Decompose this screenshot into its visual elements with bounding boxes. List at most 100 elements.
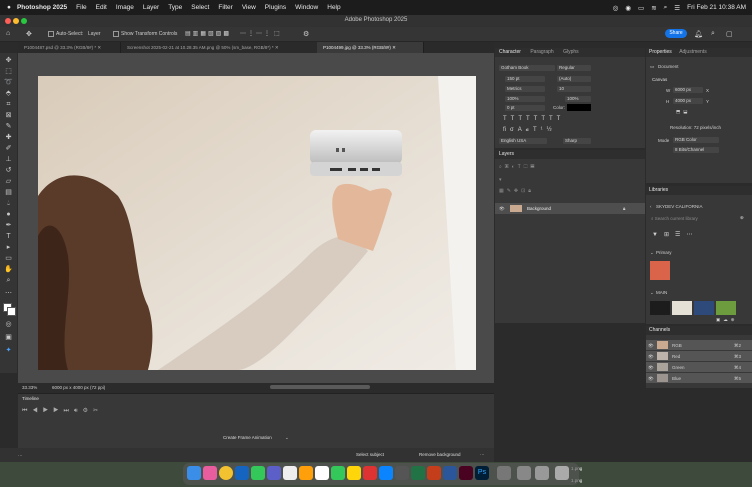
screen-mode-icon[interactable]: ▣ — [4, 334, 13, 342]
menu-app-name[interactable]: Photoshop 2025 — [17, 4, 67, 11]
add-asset-icon[interactable]: ⊕ — [740, 215, 744, 221]
app-store-icon[interactable] — [379, 466, 393, 480]
horizontal-scale-field[interactable]: 100% — [565, 96, 591, 102]
calendar-icon[interactable] — [315, 466, 329, 480]
record-icon[interactable]: ◉ — [625, 4, 631, 12]
share-button[interactable]: Share — [665, 29, 687, 38]
tab-document-3[interactable]: P1004499.jpg @ 33.3% (RGB/8#) ✕ — [317, 42, 424, 53]
main-color-swatch-black[interactable] — [650, 301, 670, 315]
canvas-height-field[interactable]: 4000 px — [673, 98, 703, 104]
leading-field[interactable]: (Auto) — [557, 76, 591, 82]
transform-controls-checkbox[interactable] — [113, 31, 119, 37]
wifi-icon[interactable]: ≋ — [651, 4, 656, 12]
generative-icon[interactable]: ✦ — [4, 347, 13, 355]
indesign-icon[interactable] — [459, 466, 473, 480]
blur-tool-icon[interactable]: 💧︎ — [4, 200, 13, 208]
channel-row-red[interactable]: 👁︎ Red ⌘3 — [646, 351, 752, 361]
settings-icon[interactable]: ⚙ — [303, 30, 309, 38]
history-brush-tool-icon[interactable]: ↺ — [4, 167, 13, 175]
quick-mask-icon[interactable]: ◎ — [4, 321, 13, 329]
chrome-icon[interactable] — [219, 466, 233, 480]
eye-icon[interactable]: 👁︎ — [648, 343, 654, 349]
launchpad-icon[interactable] — [203, 466, 217, 480]
three-d-mode-icon[interactable]: ⬚ — [274, 30, 280, 37]
app-icon[interactable] — [299, 466, 313, 480]
app-icon-2[interactable] — [363, 466, 377, 480]
menu-select[interactable]: Select — [191, 4, 209, 11]
tab-document-2[interactable]: Screenshot 2025-02-21 at 10.28.35 AM.png… — [121, 42, 318, 53]
menu-plugins[interactable]: Plugins — [265, 4, 286, 11]
vertical-scale-field[interactable]: 100% — [505, 96, 545, 102]
photoshop-icon[interactable]: Ps — [475, 466, 489, 480]
auto-select-target-dropdown[interactable]: Layer — [88, 31, 101, 37]
hand-tool-icon[interactable]: ✋ — [4, 266, 13, 274]
bit-depth-dropdown[interactable]: 8 Bits/Channel — [673, 147, 719, 153]
document-size[interactable]: 6000 px x 4000 px (72 ppi) — [52, 385, 105, 390]
horizontal-scrollbar[interactable] — [270, 385, 370, 389]
workspace-icon[interactable]: ▢ — [726, 30, 733, 38]
opentype-buttons[interactable]: ﬁσA𝒶T¹½ — [503, 127, 556, 134]
library-name[interactable]: SKYDEV CALIFORNIA — [656, 204, 703, 209]
search-icon[interactable]: ⌕ — [711, 30, 715, 38]
marquee-tool-icon[interactable]: ⬚ — [4, 68, 13, 76]
tab-character[interactable]: Character — [499, 49, 521, 55]
dodge-tool-icon[interactable]: ● — [4, 211, 13, 219]
search-icon[interactable]: ⌕ — [664, 4, 668, 12]
eye-icon[interactable]: 👁︎ — [648, 354, 654, 360]
home-icon[interactable]: ⌂ — [6, 30, 10, 37]
zoom-tool-icon[interactable]: ⌕ — [4, 277, 13, 285]
tab-adjustments[interactable]: Adjustments — [679, 49, 707, 55]
primary-color-swatch[interactable] — [650, 261, 670, 280]
more-options-icon[interactable]: ⋯ — [480, 452, 485, 458]
notes-icon[interactable] — [347, 466, 361, 480]
path-select-tool-icon[interactable]: ▸ — [4, 244, 13, 252]
battery-icon[interactable]: ▭ — [638, 4, 644, 12]
library-search-input[interactable]: ⌕ Search current library — [651, 215, 737, 223]
menu-image[interactable]: Image — [116, 4, 134, 11]
bell-icon[interactable]: 🔔︎ — [694, 30, 703, 38]
baseline-shift-field[interactable]: 0 pt — [505, 105, 545, 111]
trash-icon[interactable] — [555, 466, 569, 480]
lock-icons[interactable]: ▦✎✥⊡🔒︎ — [499, 188, 534, 194]
messages-icon[interactable] — [251, 466, 265, 480]
more-tools-icon[interactable]: ⋯ — [4, 290, 13, 298]
downloads-icon[interactable] — [517, 466, 531, 480]
layer-row-background[interactable]: 👁︎ Background 🔒︎ — [495, 203, 645, 214]
playback-controls[interactable]: ⏮◀▶▶⏭🔊︎⚙✂ — [22, 407, 103, 415]
tab-glyphs[interactable]: Glyphs — [563, 49, 579, 55]
zoom-level[interactable]: 33.33% — [22, 385, 37, 390]
excel-icon[interactable] — [411, 466, 425, 480]
distribute-icons[interactable]: ⋯⋮⋯⋮ — [240, 30, 272, 37]
layer-visibility-eye-icon[interactable]: 👁︎ — [499, 206, 505, 212]
align-icons[interactable]: ▤▥▦▧▨▩ — [185, 30, 231, 37]
menu-filter[interactable]: Filter — [218, 4, 232, 11]
remove-background-button[interactable]: Remove background — [419, 452, 461, 457]
pen-tool-icon[interactable]: ✒ — [4, 222, 13, 230]
object-select-tool-icon[interactable]: ⬘ — [4, 90, 13, 98]
eye-icon[interactable]: 👁︎ — [648, 376, 654, 382]
tab-paragraph[interactable]: Paragraph — [530, 49, 553, 55]
language-dropdown[interactable]: English USA — [499, 138, 547, 144]
menu-layer[interactable]: Layer — [143, 4, 159, 11]
control-center-icon[interactable]: ☰ — [674, 4, 680, 12]
creative-cloud-icon[interactable]: ◎ — [613, 4, 619, 12]
font-size-field[interactable]: 150 pt — [505, 76, 545, 82]
finder-icon[interactable] — [187, 466, 201, 480]
frame-tool-icon[interactable]: ⊠ — [4, 112, 13, 120]
facetime-icon[interactable] — [331, 466, 345, 480]
eye-icon[interactable]: 👁︎ — [648, 365, 654, 371]
layer-filter-icons[interactable]: ⌕▣◐T⬚▤ — [499, 164, 537, 170]
main-color-swatch-blue[interactable] — [694, 301, 714, 315]
channel-row-blue[interactable]: 👁︎ Blue ⌘5 — [646, 373, 752, 383]
menu-edit[interactable]: Edit — [96, 4, 107, 11]
outlook-icon[interactable] — [235, 466, 249, 480]
create-frame-animation-button[interactable]: Create Frame Animation — [223, 435, 272, 440]
main-color-swatch-cream[interactable] — [672, 301, 692, 315]
powerpoint-icon[interactable] — [427, 466, 441, 480]
channel-row-rgb[interactable]: 👁︎ RGB ⌘2 — [646, 340, 752, 350]
auto-select-checkbox[interactable] — [48, 31, 54, 37]
menu-view[interactable]: View — [242, 4, 256, 11]
text-color-swatch[interactable] — [567, 104, 591, 111]
canvas-width-field[interactable]: 6000 px — [673, 87, 703, 93]
move-tool-icon[interactable]: ✥ — [4, 57, 13, 65]
